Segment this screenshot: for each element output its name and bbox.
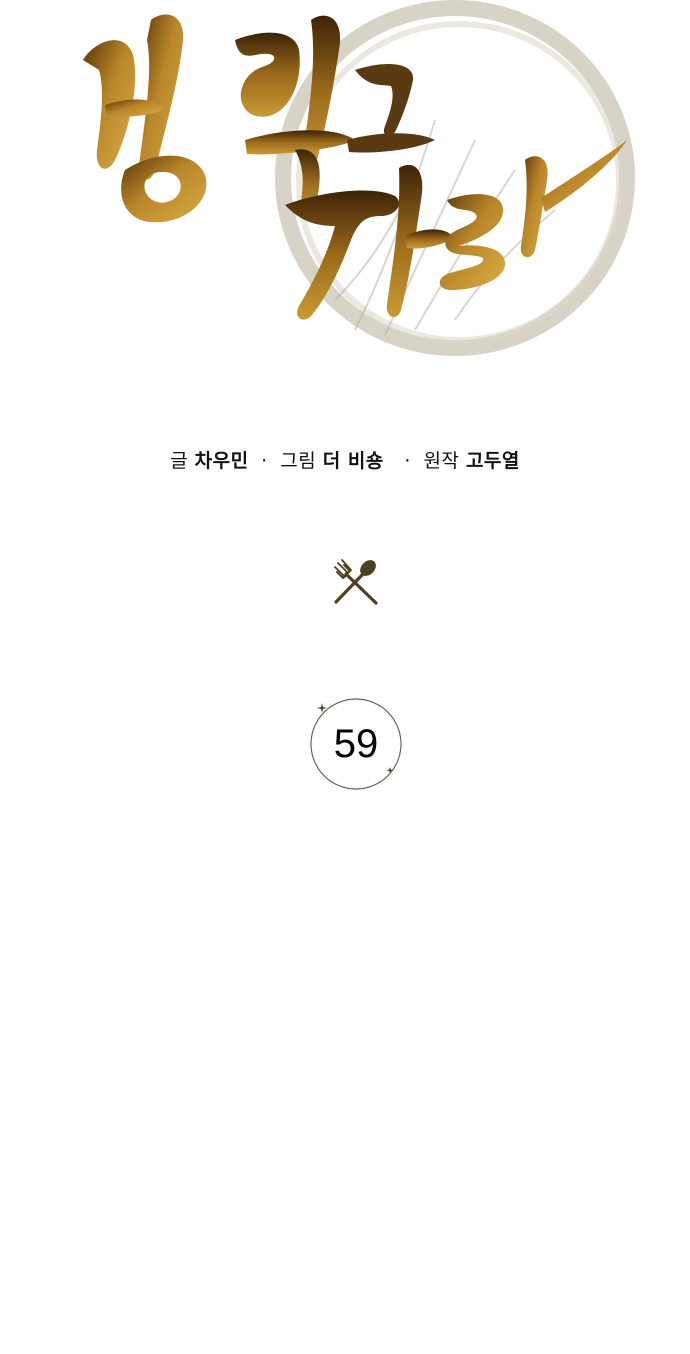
story-label: 글 xyxy=(170,450,189,472)
fork-and-spoon-icon xyxy=(330,556,382,608)
original-label: 원작 xyxy=(423,450,460,472)
calligraphy-go xyxy=(347,64,435,153)
episode-badge: 59 xyxy=(306,694,406,794)
credits-line: 글 차우민 · 그림 더 비숑 · 원작 고두열 xyxy=(0,446,690,473)
original-author: 고두열 xyxy=(465,450,520,472)
art-author: 더 비숑 xyxy=(322,450,384,472)
story-author: 차우민 xyxy=(194,450,249,472)
credit-separator: · xyxy=(404,450,411,472)
calligraphy-bap xyxy=(83,14,207,223)
credit-separator: · xyxy=(261,450,268,472)
episode-number: 59 xyxy=(333,722,379,766)
art-label: 그림 xyxy=(280,450,317,472)
title-calligraphy-image xyxy=(83,0,635,356)
title-logo xyxy=(55,0,635,380)
